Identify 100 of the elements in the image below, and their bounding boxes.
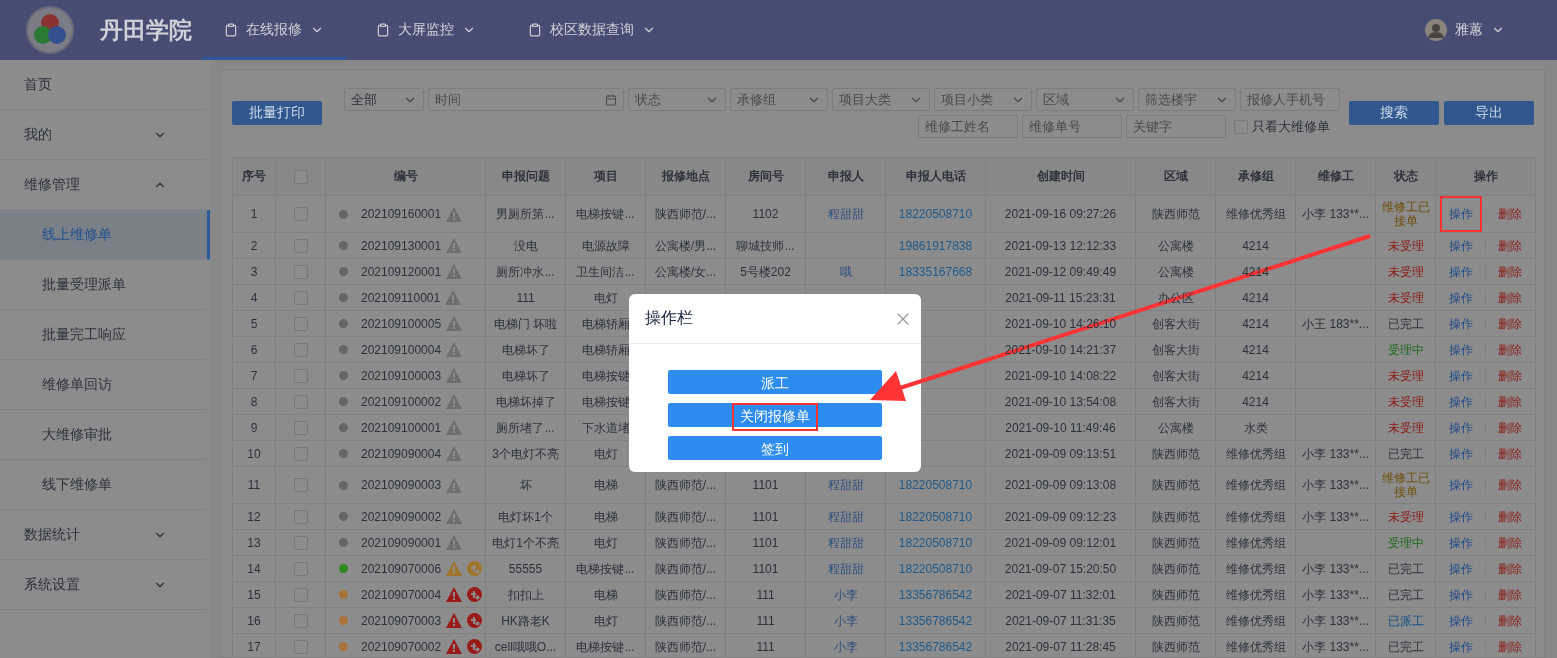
delete-link[interactable]: 删除 (1489, 582, 1531, 607)
delete-link[interactable]: 删除 (1489, 634, 1531, 657)
delete-link[interactable]: 删除 (1489, 196, 1531, 232)
table-cell: 111 (485, 284, 566, 311)
table-cell: 创客大街 (1135, 362, 1216, 389)
operate-link[interactable]: 操作 (1440, 363, 1482, 388)
delete-link[interactable]: 删除 (1489, 337, 1531, 362)
operate-link[interactable]: 操作 (1440, 233, 1482, 258)
table-cell: 4214 (1215, 284, 1296, 311)
operate-link[interactable]: 操作 (1440, 259, 1482, 284)
delete-link[interactable]: 删除 (1489, 311, 1531, 336)
delete-link[interactable]: 删除 (1489, 363, 1531, 388)
order-number: 202109070002 (361, 639, 442, 654)
operate-link[interactable]: 操作 (1440, 530, 1482, 555)
table-cell: 1101 (725, 529, 806, 556)
column-header: 操作 (1435, 157, 1536, 196)
operate-link[interactable]: 操作 (1440, 285, 1482, 310)
delete-link[interactable]: 删除 (1489, 259, 1531, 284)
table-cell: 1102 (725, 195, 806, 233)
input-field[interactable]: 维修单号 (1022, 115, 1122, 138)
input-field[interactable]: 报修人手机号 (1240, 88, 1340, 111)
select-field[interactable]: 承修组 (730, 88, 828, 111)
table-cell: 18220508710 (885, 503, 986, 530)
input-field[interactable]: 维修工姓名 (918, 115, 1018, 138)
select-field[interactable]: 状态 (628, 88, 726, 111)
table-cell: 未受理 (1375, 258, 1436, 285)
operate-link[interactable]: 操作 (1440, 389, 1482, 414)
operate-link[interactable]: 操作 (1440, 634, 1482, 657)
table-cell: 8 (232, 388, 276, 415)
table-cell: 1101 (725, 555, 806, 582)
operate-link[interactable]: 操作 (1440, 311, 1482, 336)
delete-link[interactable]: 删除 (1489, 415, 1531, 440)
checkbox-label: 只看大维修单 (1252, 117, 1330, 136)
table-cell: 4214 (1215, 232, 1296, 259)
operate-link[interactable]: 操作 (1440, 582, 1482, 607)
column-header: 报修地点 (645, 157, 726, 196)
order-number: 202109100002 (361, 394, 442, 409)
table-cell: 陕西师范 (1135, 607, 1216, 634)
table-cell: 创客大街 (1135, 336, 1216, 363)
operate-link[interactable]: 操作 (1440, 415, 1482, 440)
delete-link[interactable]: 删除 (1489, 608, 1531, 633)
table-cell: 14 (232, 555, 276, 582)
select-field[interactable]: 项目大类 (832, 88, 930, 111)
delete-link[interactable]: 删除 (1489, 467, 1531, 503)
table-cell: 55555 (485, 555, 566, 582)
delete-link[interactable]: 删除 (1489, 556, 1531, 581)
delete-link[interactable]: 删除 (1489, 441, 1531, 466)
operate-link[interactable]: 操作 (1440, 504, 1482, 529)
table-cell: 17 (232, 633, 276, 657)
table-cell: 维修优秀组 (1215, 529, 1296, 556)
column-header: 承修组 (1215, 157, 1296, 196)
sidebar-item[interactable]: 线上维修单 (0, 210, 210, 260)
delete-link[interactable]: 删除 (1489, 285, 1531, 310)
operate-link[interactable]: 操作 (1440, 608, 1482, 633)
table-cell: 4 (232, 284, 276, 311)
table-cell: 13356786542 (885, 581, 986, 608)
batch-print-button[interactable]: 批量打印 (232, 101, 322, 125)
table-cell: 公寓楼/女... (645, 258, 726, 285)
nav-menu[interactable]: 大屏监控 (354, 0, 498, 60)
user-menu[interactable]: 雅蕙 (1425, 0, 1505, 60)
operate-link[interactable]: 操作 (1440, 556, 1482, 581)
date-field[interactable]: 时间 (428, 88, 624, 111)
table-cell: 陕西师范 (1135, 503, 1216, 530)
table-cell: 陕西师范/... (645, 529, 726, 556)
action-button[interactable]: 派工 (668, 370, 882, 394)
table-cell: 未受理 (1375, 503, 1436, 530)
table-cell: 7 (232, 362, 276, 389)
table-cell: 4214 (1215, 336, 1296, 363)
order-number: 202109070006 (361, 561, 442, 576)
search-button[interactable]: 搜索 (1349, 101, 1439, 125)
delete-link[interactable]: 删除 (1489, 504, 1531, 529)
operate-link[interactable]: 操作 (1440, 467, 1482, 503)
operate-link[interactable]: 操作 (1440, 337, 1482, 362)
operate-link[interactable]: 操作 (1440, 441, 1482, 466)
table-cell: 4214 (1215, 388, 1296, 415)
table-cell: 11 (232, 466, 276, 504)
table-cell: 受理中 (1375, 336, 1436, 363)
avatar (1425, 19, 1447, 41)
table-cell: 电梯按键... (565, 555, 646, 582)
input-field[interactable]: 关键字 (1126, 115, 1226, 138)
nav-menu[interactable]: 在线报修 (202, 0, 346, 60)
order-number: 202109090001 (361, 535, 442, 550)
delete-link[interactable]: 删除 (1489, 233, 1531, 258)
action-button[interactable]: 签到 (668, 436, 882, 460)
table-cell: 电梯坏了 (485, 336, 566, 363)
select-field[interactable]: 全部 (344, 88, 424, 111)
select-field[interactable]: 区域 (1036, 88, 1134, 111)
table-cell: 3个电灯不亮 (485, 440, 566, 467)
operate-link[interactable]: 操作 (1440, 196, 1482, 232)
delete-link[interactable]: 删除 (1489, 389, 1531, 414)
select-field[interactable]: 筛选楼宇 (1138, 88, 1236, 111)
app-title: 丹田学院 (100, 15, 192, 45)
select-field[interactable]: 项目小类 (934, 88, 1032, 111)
table-cell: 维修优秀组 (1215, 440, 1296, 467)
column-header: 申报人电话 (885, 157, 986, 196)
delete-link[interactable]: 删除 (1489, 530, 1531, 555)
table-cell: 18335167668 (885, 258, 986, 285)
nav-menu[interactable]: 校区数据查询 (506, 0, 678, 60)
export-button[interactable]: 导出 (1444, 101, 1534, 125)
logo (26, 6, 74, 54)
